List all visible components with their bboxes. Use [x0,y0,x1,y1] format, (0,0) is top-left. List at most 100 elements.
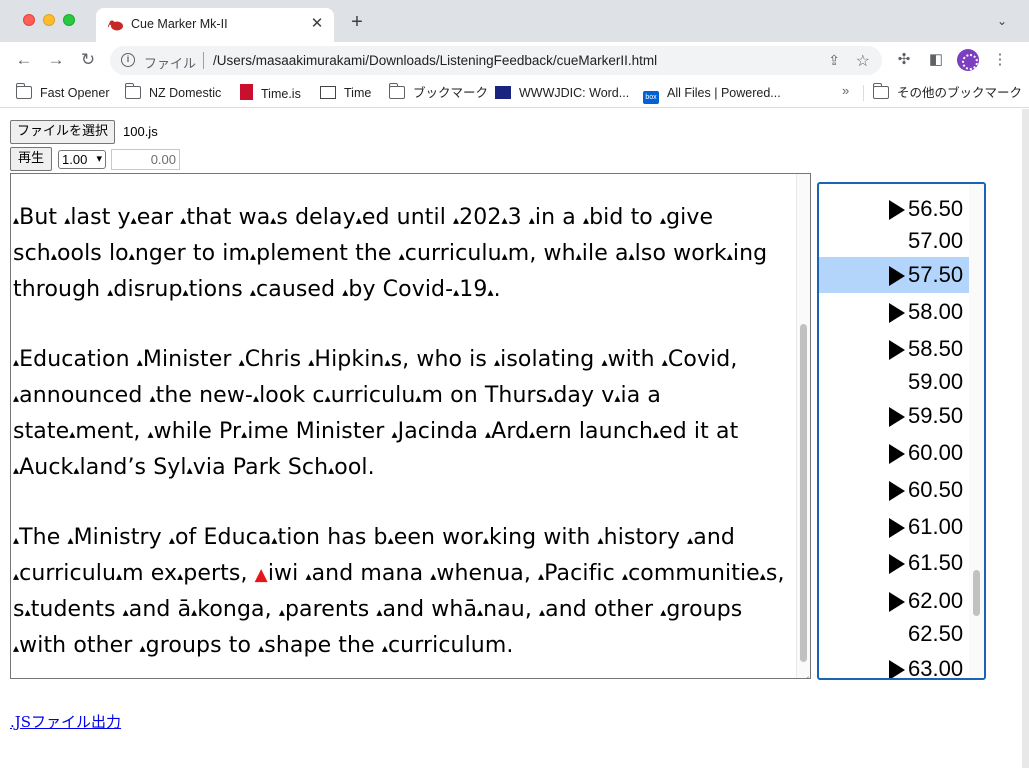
cue-marker-icon[interactable]: ▴ [123,605,129,619]
cue-marker-icon[interactable]: ▴ [660,605,666,619]
side-panel-icon[interactable]: ◧ [926,50,946,70]
cue-marker-icon[interactable]: ▴ [13,569,19,583]
cue-list-item[interactable]: 60.00 [819,435,971,471]
url-text[interactable]: /Users/masaakimurakami/Downloads/Listeni… [213,53,657,68]
share-icon[interactable]: ⇪ [828,52,840,69]
cue-marker-icon[interactable]: ▴ [629,249,635,263]
cue-marker-icon[interactable]: ▴ [576,249,582,263]
more-bookmarks-chevron-icon[interactable]: » [842,83,849,98]
cue-marker-icon[interactable]: ▴ [598,533,604,547]
cue-marker-icon[interactable]: ▴ [453,285,459,299]
cue-marker-icon[interactable]: ▴ [13,533,19,547]
new-tab-button[interactable]: + [345,11,369,35]
cue-marker-icon[interactable]: ▴ [279,605,285,619]
cue-marker-icon[interactable]: ▴ [662,355,668,369]
bookmark-wwwjdic[interactable]: WWWJDIC: Word... [495,84,629,102]
menu-icon[interactable]: ⋮ [990,50,1010,70]
cue-marker-icon[interactable]: ▴ [148,427,154,441]
cue-marker-icon[interactable]: ▴ [51,249,57,263]
cue-marker-icon[interactable]: ▴ [271,533,277,547]
cue-marker-icon[interactable]: ▴ [494,355,500,369]
cue-list-item[interactable]: 62.50 [819,616,971,652]
cue-marker-icon[interactable]: ▴ [622,569,628,583]
tab-search-icon[interactable]: ⌄ [997,14,1011,28]
cue-marker-icon[interactable]: ▴ [13,391,19,405]
cue-marker-icon[interactable]: ▴ [140,641,146,655]
cue-list-item[interactable]: 63.00 [819,651,971,678]
bookmark-folder-bookmarks[interactable]: ブックマーク [389,83,488,102]
cue-marker-icon[interactable]: ▴ [270,213,276,227]
cue-marker-icon[interactable]: ▴ [129,249,135,263]
cue-marker-icon[interactable]: ▴ [13,463,19,477]
cue-marker-icon[interactable]: ▴ [382,641,388,655]
cue-marker-icon[interactable]: ▴ [384,355,390,369]
cue-marker-icon[interactable]: ▴ [727,249,733,263]
cue-marker-icon[interactable]: ▴ [308,355,314,369]
cue-list-item[interactable]: 62.00 [819,583,971,619]
cue-marker-icon[interactable]: ▴ [305,569,311,583]
cue-list-item[interactable]: 56.50 [819,191,971,227]
cue-marker-icon[interactable]: ▴ [342,285,348,299]
back-icon[interactable]: ← [13,49,35,71]
cue-marker-icon[interactable]: ▴ [391,427,397,441]
transcript-scrollbar-thumb[interactable] [800,324,807,662]
cue-marker-icon[interactable]: ▴ [415,391,421,405]
cue-marker-icon[interactable]: ▴ [328,463,334,477]
cue-marker-icon[interactable]: ▴ [67,533,73,547]
cue-marker-icon[interactable]: ▴ [583,213,589,227]
choose-file-button[interactable]: ファイルを選択 [10,120,116,144]
minimize-window-button[interactable] [43,14,55,26]
cue-marker-icon[interactable]: ▴ [325,391,331,405]
cue-marker-icon[interactable]: ▴ [485,427,491,441]
play-button[interactable]: 再生 [10,147,52,171]
browser-tab[interactable]: Cue Marker Mk-II ✕ [96,8,334,42]
cue-list-scrollbar[interactable] [969,184,984,678]
cue-marker-icon[interactable]: ▴ [258,641,264,655]
profile-avatar[interactable] [957,49,979,71]
bookmark-other-bookmarks[interactable]: その他のブックマーク [873,83,1022,102]
cue-marker-icon[interactable]: ▴ [183,285,189,299]
cue-list-item[interactable]: 61.50 [819,545,971,581]
close-tab-icon[interactable]: ✕ [308,15,326,33]
info-icon[interactable]: i [121,53,135,67]
cue-marker-icon[interactable]: ▴ [539,605,545,619]
bookmark-all-files[interactable]: box All Files | Powered... [643,84,781,104]
cue-list-item[interactable]: 58.50 [819,331,971,367]
resize-grip-icon[interactable] [799,667,809,677]
cue-marker-icon[interactable]: ▴ [477,605,483,619]
cue-marker-icon[interactable]: ▴ [399,249,405,263]
bookmark-star-icon[interactable]: ☆ [856,51,870,71]
cue-marker-icon[interactable]: ▴ [180,213,186,227]
cue-marker-icon[interactable]: ▴ [239,355,245,369]
cue-marker-icon[interactable]: ▴ [64,213,70,227]
cue-marker-icon[interactable]: ▴ [250,249,256,263]
cue-list-item[interactable]: 59.00 [819,364,971,400]
cue-marker-icon[interactable]: ▴ [538,569,544,583]
cue-list-item[interactable]: 61.00 [819,509,971,545]
cue-marker-icon[interactable]: ▴ [388,533,394,547]
cue-marker-icon[interactable]: ▴ [430,569,436,583]
export-js-link[interactable]: .JSファイル出力 [10,711,121,732]
cue-marker-icon[interactable]: ▴ [25,605,31,619]
cue-marker-icon[interactable]: ▴ [169,533,175,547]
address-bar[interactable]: i ファイル /Users/masaakimurakami/Downloads/… [110,46,882,75]
cue-marker-icon[interactable]: ▴ [501,213,507,227]
reload-icon[interactable]: ↻ [77,49,99,71]
cue-marker-icon[interactable]: ▴ [137,355,143,369]
cue-marker-icon[interactable]: ▴ [687,533,693,547]
cue-marker-icon[interactable]: ▴ [653,427,659,441]
cue-marker-icon[interactable]: ▴ [547,391,553,405]
cue-marker-icon[interactable]: ▴ [241,427,247,441]
extensions-icon[interactable]: ✣ [894,50,914,70]
cue-marker-icon[interactable]: ▴ [488,285,494,299]
zoom-window-button[interactable] [63,14,75,26]
cue-marker-icon[interactable]: ▴ [356,213,362,227]
cue-list-item[interactable]: 60.50 [819,472,971,508]
cue-list-scrollbar-thumb[interactable] [973,570,980,616]
cue-marker-icon[interactable]: ▴ [760,569,766,583]
cue-marker-icon[interactable]: ▴ [69,427,75,441]
cue-marker-icon[interactable]: ▴ [73,463,79,477]
speed-select[interactable]: 1.00 [58,150,106,169]
bookmark-fast-opener[interactable]: Fast Opener [16,83,109,102]
cue-marker-icon[interactable]: ▴ [187,463,193,477]
